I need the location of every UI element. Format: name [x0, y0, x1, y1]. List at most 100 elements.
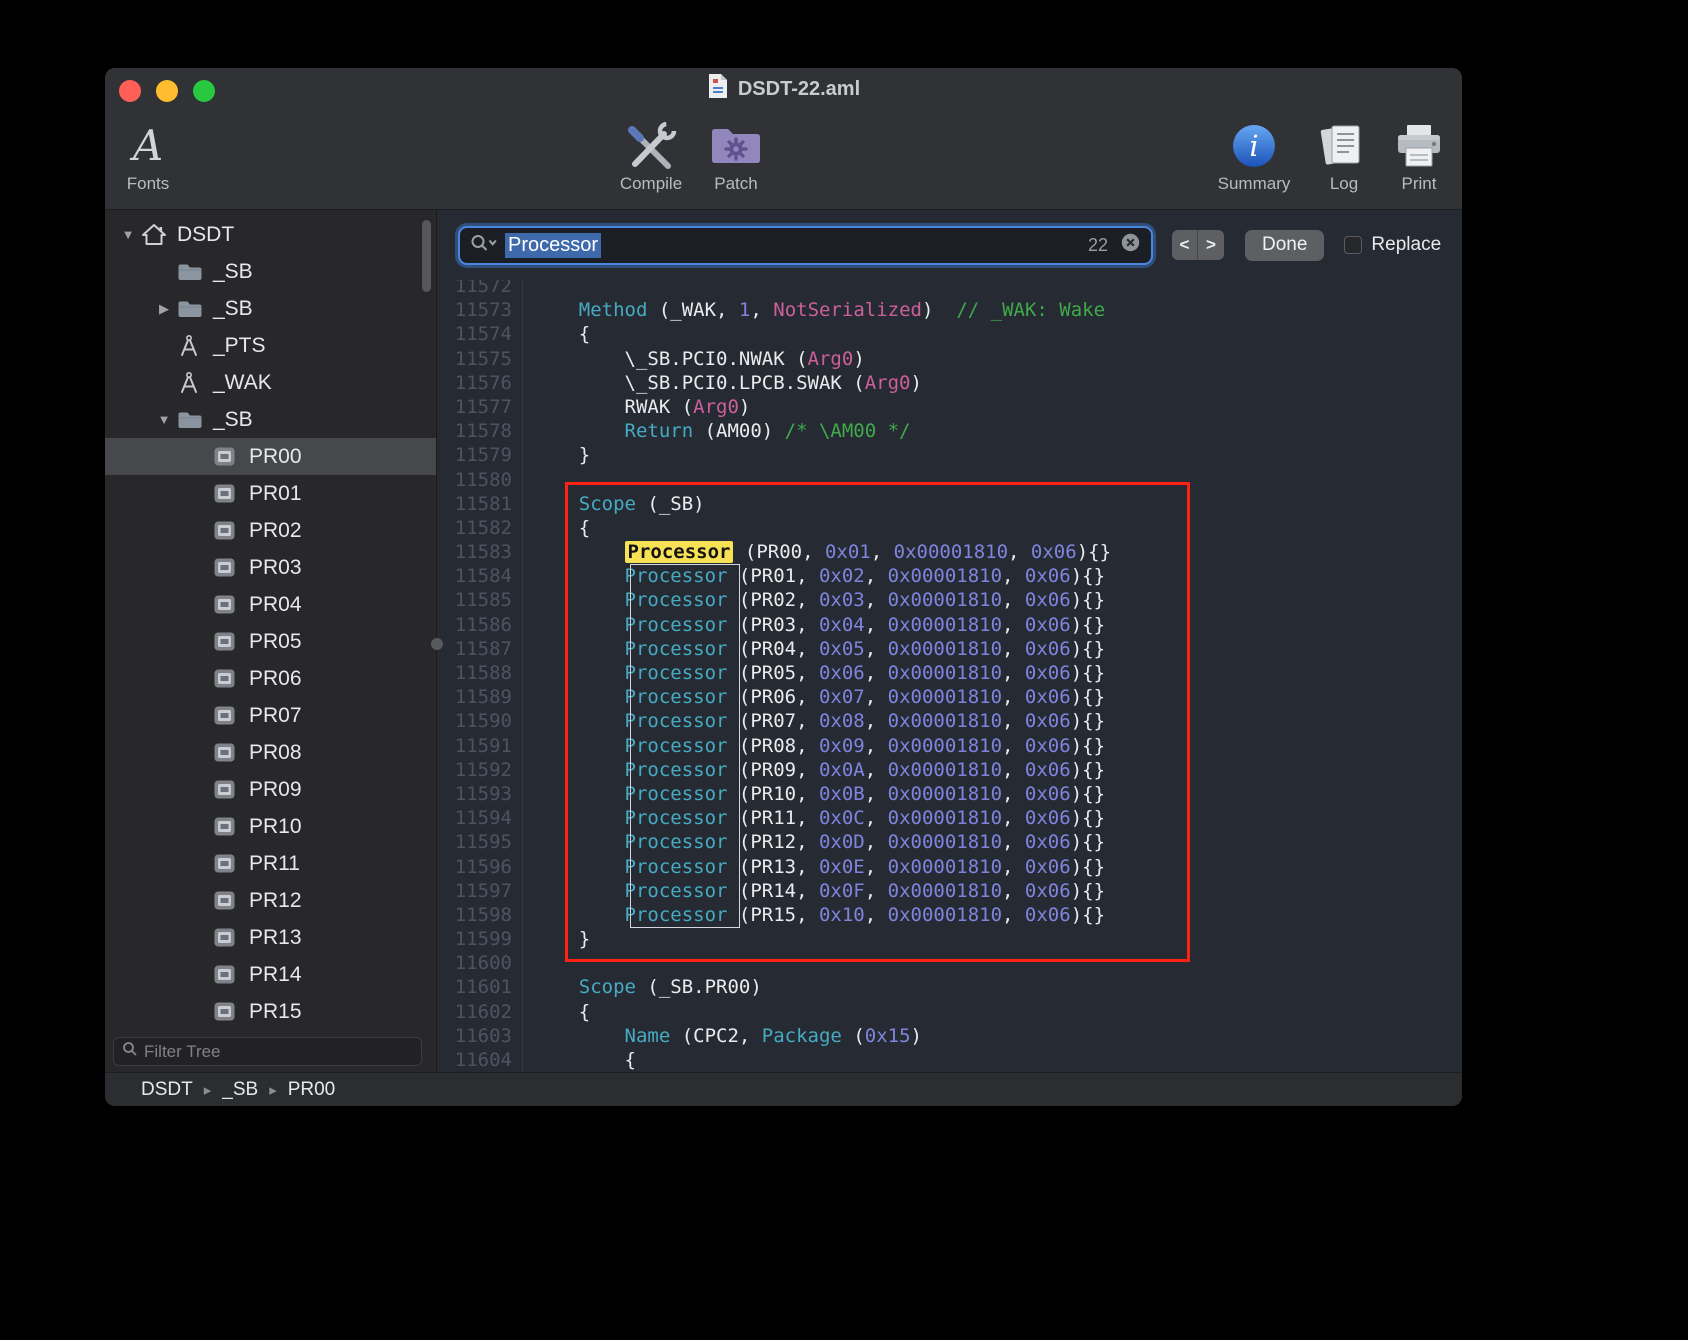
sidebar-item-pr03[interactable]: PR03	[105, 549, 436, 586]
code-line[interactable]: 11601 Scope (_SB.PR00)	[437, 975, 1462, 999]
code-line-text: Processor (PR10, 0x0B, 0x00001810, 0x06)…	[523, 782, 1105, 806]
breadcrumb-item-dsdt[interactable]: DSDT	[141, 1079, 193, 1101]
search-field[interactable]: Processor 22	[458, 226, 1153, 265]
code-line[interactable]: 11575 \_SB.PCI0.NWAK (Arg0)	[437, 347, 1462, 371]
minimize-window-button[interactable]	[156, 80, 178, 102]
sidebar-item-pr01[interactable]: PR01	[105, 475, 436, 512]
patch-button[interactable]: Patch	[688, 118, 784, 194]
find-previous-button[interactable]: <	[1172, 230, 1198, 260]
sidebar-item-pr14[interactable]: PR14	[105, 956, 436, 993]
close-window-button[interactable]	[119, 80, 141, 102]
method-icon	[177, 334, 213, 358]
traffic-lights	[119, 80, 215, 102]
code-line[interactable]: 11583 Processor (PR00, 0x01, 0x00001810,…	[437, 540, 1462, 564]
code-line[interactable]: 11576 \_SB.PCI0.LPCB.SWAK (Arg0)	[437, 371, 1462, 395]
code-line[interactable]: 11596 Processor (PR13, 0x0E, 0x00001810,…	[437, 855, 1462, 879]
code-line[interactable]: 11584 Processor (PR01, 0x02, 0x00001810,…	[437, 564, 1462, 588]
breadcrumb-item-pr00[interactable]: PR00	[288, 1079, 336, 1101]
code-line[interactable]: 11572	[437, 280, 1462, 298]
sidebar-item-pr11[interactable]: PR11	[105, 845, 436, 882]
sidebar-item-pr00[interactable]: PR00	[105, 438, 436, 475]
code-line[interactable]: 11593 Processor (PR10, 0x0B, 0x00001810,…	[437, 782, 1462, 806]
code-line[interactable]: 11598 Processor (PR15, 0x10, 0x00001810,…	[437, 903, 1462, 927]
sidebar-item-pts[interactable]: _PTS	[105, 327, 436, 364]
sidebar-item-pr08[interactable]: PR08	[105, 734, 436, 771]
sidebar-item-pr12[interactable]: PR12	[105, 882, 436, 919]
editor-pane: Processor 22 < > Done Replace	[437, 210, 1462, 1072]
sidebar-item-sb[interactable]: ▼_SB	[105, 401, 436, 438]
code-line-text: Processor (PR04, 0x05, 0x00001810, 0x06)…	[523, 637, 1105, 661]
code-line[interactable]: 11577 RWAK (Arg0)	[437, 395, 1462, 419]
folder-icon	[177, 299, 213, 319]
filter-tree-field[interactable]	[113, 1037, 422, 1066]
print-icon	[1393, 118, 1445, 174]
sidebar-item-pr02[interactable]: PR02	[105, 512, 436, 549]
code-editor[interactable]: 1157211573 Method (_WAK, 1, NotSerialize…	[437, 280, 1462, 1072]
code-line[interactable]: 11580	[437, 468, 1462, 492]
fonts-button[interactable]: A Fonts	[105, 118, 196, 194]
done-button[interactable]: Done	[1245, 230, 1324, 261]
sidebar-item-pr05[interactable]: PR05	[105, 623, 436, 660]
line-number: 11590	[437, 709, 523, 733]
sidebar-item-label: PR13	[249, 926, 302, 950]
filter-tree-input[interactable]	[144, 1042, 413, 1062]
code-line[interactable]: 11603 Name (CPC2, Package (0x15)	[437, 1024, 1462, 1048]
code-line[interactable]: 11585 Processor (PR02, 0x03, 0x00001810,…	[437, 588, 1462, 612]
log-icon	[1318, 118, 1370, 174]
code-line-text: Processor (PR12, 0x0D, 0x00001810, 0x06)…	[523, 830, 1105, 854]
code-line[interactable]: 11589 Processor (PR06, 0x07, 0x00001810,…	[437, 685, 1462, 709]
print-button[interactable]: Print	[1371, 118, 1462, 194]
sidebar-item-pr10[interactable]: PR10	[105, 808, 436, 845]
code-line[interactable]: 11592 Processor (PR09, 0x0A, 0x00001810,…	[437, 758, 1462, 782]
disclosure-triangle[interactable]: ▼	[115, 227, 141, 242]
sidebar-item-wak[interactable]: _WAK	[105, 364, 436, 401]
sidebar-item-sb[interactable]: _SB	[105, 253, 436, 290]
code-line[interactable]: 11579 }	[437, 443, 1462, 467]
clear-search-icon[interactable]	[1120, 232, 1141, 258]
find-next-button[interactable]: >	[1198, 230, 1224, 260]
compile-button[interactable]: Compile	[603, 118, 699, 194]
folder-icon	[177, 262, 213, 282]
code-line[interactable]: 11587 Processor (PR04, 0x05, 0x00001810,…	[437, 637, 1462, 661]
title-bar[interactable]: DSDT-22.aml	[105, 68, 1462, 110]
code-line[interactable]: 11586 Processor (PR03, 0x04, 0x00001810,…	[437, 613, 1462, 637]
code-line[interactable]: 11578 Return (AM00) /* \AM00 */	[437, 419, 1462, 443]
disclosure-triangle[interactable]: ▶	[151, 301, 177, 317]
code-line[interactable]: 11573 Method (_WAK, 1, NotSerialized) //…	[437, 298, 1462, 322]
search-input[interactable]: Processor	[505, 233, 601, 258]
code-line[interactable]: 11591 Processor (PR08, 0x09, 0x00001810,…	[437, 734, 1462, 758]
code-line[interactable]: 11574 {	[437, 322, 1462, 346]
code-line[interactable]: 11602 {	[437, 1000, 1462, 1024]
line-number: 11597	[437, 879, 523, 903]
breadcrumb-item-sb[interactable]: _SB	[222, 1079, 258, 1101]
code-line[interactable]: 11600	[437, 951, 1462, 975]
summary-button[interactable]: i Summary	[1206, 118, 1302, 194]
code-line[interactable]: 11597 Processor (PR14, 0x0F, 0x00001810,…	[437, 879, 1462, 903]
code-line-text: Processor (PR01, 0x02, 0x00001810, 0x06)…	[523, 564, 1105, 588]
code-line[interactable]: 11590 Processor (PR07, 0x08, 0x00001810,…	[437, 709, 1462, 733]
code-line[interactable]: 11581 Scope (_SB)	[437, 492, 1462, 516]
code-line[interactable]: 11599 }	[437, 927, 1462, 951]
sidebar-item-pr07[interactable]: PR07	[105, 697, 436, 734]
zoom-window-button[interactable]	[193, 80, 215, 102]
line-number: 11577	[437, 395, 523, 419]
code-line[interactable]: 11594 Processor (PR11, 0x0C, 0x00001810,…	[437, 806, 1462, 830]
replace-checkbox[interactable]	[1344, 236, 1362, 254]
sidebar-item-pr09[interactable]: PR09	[105, 771, 436, 808]
sidebar-item-pr15[interactable]: PR15	[105, 993, 436, 1030]
code-line[interactable]: 11582 {	[437, 516, 1462, 540]
code-line[interactable]: 11588 Processor (PR05, 0x06, 0x00001810,…	[437, 661, 1462, 685]
splitter-handle[interactable]	[431, 638, 443, 650]
disclosure-triangle[interactable]: ▼	[151, 412, 177, 427]
sidebar-item-pr04[interactable]: PR04	[105, 586, 436, 623]
sidebar-item-dsdt[interactable]: ▼DSDT	[105, 216, 436, 253]
code-line-text: RWAK (Arg0)	[523, 395, 750, 419]
line-number: 11575	[437, 347, 523, 371]
sidebar-item-sb[interactable]: ▶_SB	[105, 290, 436, 327]
code-line[interactable]: 11604 {	[437, 1048, 1462, 1072]
sidebar-scrollbar[interactable]	[422, 220, 431, 292]
code-line[interactable]: 11595 Processor (PR12, 0x0D, 0x00001810,…	[437, 830, 1462, 854]
sidebar-item-pr06[interactable]: PR06	[105, 660, 436, 697]
patch-label: Patch	[714, 174, 757, 194]
sidebar-item-pr13[interactable]: PR13	[105, 919, 436, 956]
